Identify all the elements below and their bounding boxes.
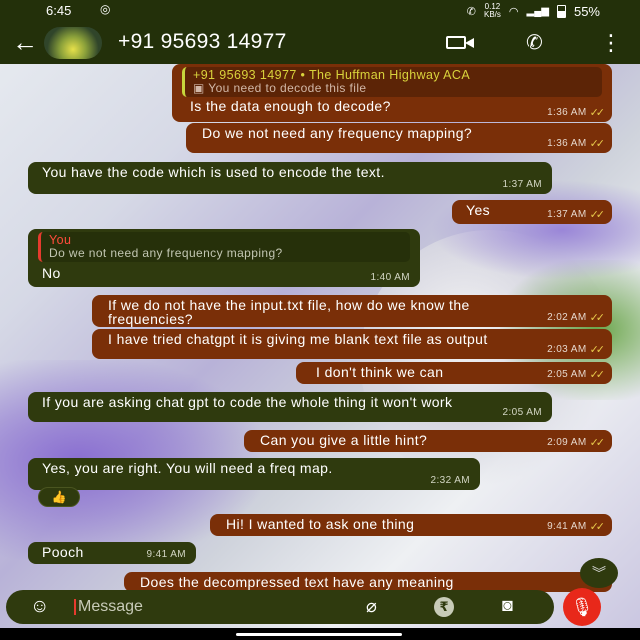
message-bubble[interactable]: Pooch 9:41 AM xyxy=(28,542,196,564)
message-meta: 1:36 AM ✓✓ xyxy=(547,106,606,120)
message-meta: 1:40 AM xyxy=(371,271,411,285)
message-meta: 2:32 AM xyxy=(431,474,471,488)
message-text: Do we not need any frequency mapping? xyxy=(202,125,473,141)
more-menu-icon[interactable]: ⋮ xyxy=(600,30,622,56)
message-bubble[interactable]: Do we not need any frequency mapping? 1:… xyxy=(186,123,612,153)
read-ticks-icon: ✓✓ xyxy=(589,369,606,381)
read-ticks-icon: ✓✓ xyxy=(589,521,606,533)
read-ticks-icon: ✓✓ xyxy=(589,138,606,150)
message-time: 2:32 AM xyxy=(430,475,470,486)
quoted-text: Do we not need any frequency mapping? xyxy=(49,246,283,260)
message-bubble[interactable]: You Do we not need any frequency mapping… xyxy=(28,229,420,287)
quoted-message[interactable]: +91 95693 14977 • The Huffman Highway AC… xyxy=(182,67,602,97)
message-text: No xyxy=(42,265,61,281)
payment-icon[interactable]: ₹ xyxy=(434,597,454,617)
message-text: Hi! I wanted to ask one thing xyxy=(226,516,415,532)
message-meta: 2:02 AM ✓✓ xyxy=(547,311,606,325)
signal-icon: ▂▄▆ xyxy=(526,5,549,17)
wifi-icon: ◠ xyxy=(508,5,519,18)
message-bubble[interactable]: Hi! I wanted to ask one thing 9:41 AM ✓✓ xyxy=(210,514,612,536)
message-time: 2:09 AM xyxy=(547,437,587,448)
message-time: 2:02 AM xyxy=(547,312,587,323)
message-input[interactable]: Message xyxy=(78,598,143,616)
message-bubble[interactable]: Yes, you are right. You will need a freq… xyxy=(28,458,480,490)
message-time: 2:05 AM xyxy=(502,407,542,418)
back-arrow-icon[interactable]: ← xyxy=(12,28,38,56)
message-bubble[interactable]: Yes 1:37 AM ✓✓ xyxy=(452,200,612,224)
contact-name[interactable]: +91 95693 14977 xyxy=(118,30,287,54)
message-meta: 1:36 AM ✓✓ xyxy=(547,137,606,151)
message-bubble[interactable]: If we do not have the input.txt file, ho… xyxy=(92,295,612,327)
message-time: 1:40 AM xyxy=(370,272,410,283)
message-meta: 9:41 AM ✓✓ xyxy=(547,520,606,534)
message-bubble[interactable]: Does the decompressed text have any mean… xyxy=(124,572,612,592)
read-ticks-icon: ✓✓ xyxy=(589,344,606,356)
read-ticks-icon: ✓✓ xyxy=(589,107,606,119)
message-meta: 1:37 AM xyxy=(503,178,543,192)
message-bubble[interactable]: If you are asking chat gpt to code the w… xyxy=(28,392,552,422)
home-indicator[interactable] xyxy=(236,633,402,636)
quoted-text: ▣ You need to decode this file xyxy=(193,81,367,95)
network-speed-unit: KB/s xyxy=(483,10,501,19)
message-time: 9:41 AM xyxy=(547,521,587,532)
message-text: Does the decompressed text have any mean… xyxy=(140,574,454,590)
message-meta: 2:05 AM xyxy=(503,406,543,420)
phone-icon[interactable]: ✆ xyxy=(526,30,543,55)
quoted-message[interactable]: You Do we not need any frequency mapping… xyxy=(38,232,410,262)
message-meta: 2:05 AM ✓✓ xyxy=(547,368,606,382)
message-time: 2:05 AM xyxy=(547,369,587,380)
message-time: 9:41 AM xyxy=(146,549,186,560)
battery-percent: 55% xyxy=(573,3,600,19)
reaction-badge[interactable]: 👍 xyxy=(38,487,80,507)
message-input-bar[interactable]: ☺ Message ⌀ ₹ ◙ xyxy=(6,590,554,624)
thumbs-up-icon: 👍 xyxy=(51,490,67,504)
message-bubble[interactable]: I have tried chatgpt it is giving me bla… xyxy=(92,329,612,359)
attach-icon[interactable]: ⌀ xyxy=(366,596,377,617)
avatar[interactable] xyxy=(44,27,102,59)
status-time: 6:45 xyxy=(46,3,72,18)
emoji-icon[interactable]: ☺ xyxy=(30,596,49,618)
mic-button[interactable]: 🎙 xyxy=(563,588,601,626)
double-chevron-down-icon: ︾ xyxy=(592,565,606,581)
message-text: If you are asking chat gpt to code the w… xyxy=(42,394,453,410)
read-ticks-icon: ✓✓ xyxy=(589,209,606,221)
battery-icon xyxy=(556,4,566,18)
message-bubble[interactable]: I don't think we can 2:05 AM ✓✓ xyxy=(296,362,612,384)
message-meta: 1:37 AM ✓✓ xyxy=(547,208,606,222)
message-text: You have the code which is used to encod… xyxy=(42,164,385,180)
video-call-icon[interactable] xyxy=(446,34,476,52)
text-cursor xyxy=(74,599,76,615)
read-ticks-icon: ✓✓ xyxy=(589,437,606,449)
scroll-down-button[interactable]: ︾ xyxy=(580,558,618,588)
message-text: Is the data enough to decode? xyxy=(190,98,391,114)
message-bubble[interactable]: +91 95693 14977 • The Huffman Highway AC… xyxy=(172,64,612,122)
mic-icon: 🎙 xyxy=(570,597,594,617)
message-text: If we do not have the input.txt file, ho… xyxy=(108,297,470,327)
message-meta: 2:03 AM ✓✓ xyxy=(547,343,606,357)
read-ticks-icon: ✓✓ xyxy=(589,312,606,324)
message-time: 1:37 AM xyxy=(547,209,587,220)
message-text: Yes, you are right. You will need a freq… xyxy=(42,460,333,476)
message-time: 1:36 AM xyxy=(547,107,587,118)
status-bar: 6:45 ◎ ✆ 0.12 KB/s ◠ ▂▄▆ 55% xyxy=(0,0,640,22)
message-meta: 9:41 AM xyxy=(147,548,187,562)
chat-header: ← +91 95693 14977 ✆ ⋮ xyxy=(0,22,640,64)
message-bubble[interactable]: You have the code which is used to encod… xyxy=(28,162,552,194)
camera-icon[interactable]: ◙ xyxy=(502,595,513,616)
quoted-text-content: You need to decode this file xyxy=(208,81,367,95)
message-bubble[interactable]: Can you give a little hint? 2:09 AM ✓✓ xyxy=(244,430,612,452)
call-status-icon: ✆ xyxy=(466,5,476,18)
message-time: 1:36 AM xyxy=(547,138,587,149)
network-speed: 0.12 KB/s xyxy=(484,3,501,19)
message-meta: 2:09 AM ✓✓ xyxy=(547,436,606,450)
system-nav-bar xyxy=(0,628,640,640)
message-time: 2:03 AM xyxy=(547,344,587,355)
message-text: I have tried chatgpt it is giving me bla… xyxy=(108,331,488,347)
instagram-icon: ◎ xyxy=(100,2,111,16)
message-time: 1:37 AM xyxy=(502,179,542,190)
